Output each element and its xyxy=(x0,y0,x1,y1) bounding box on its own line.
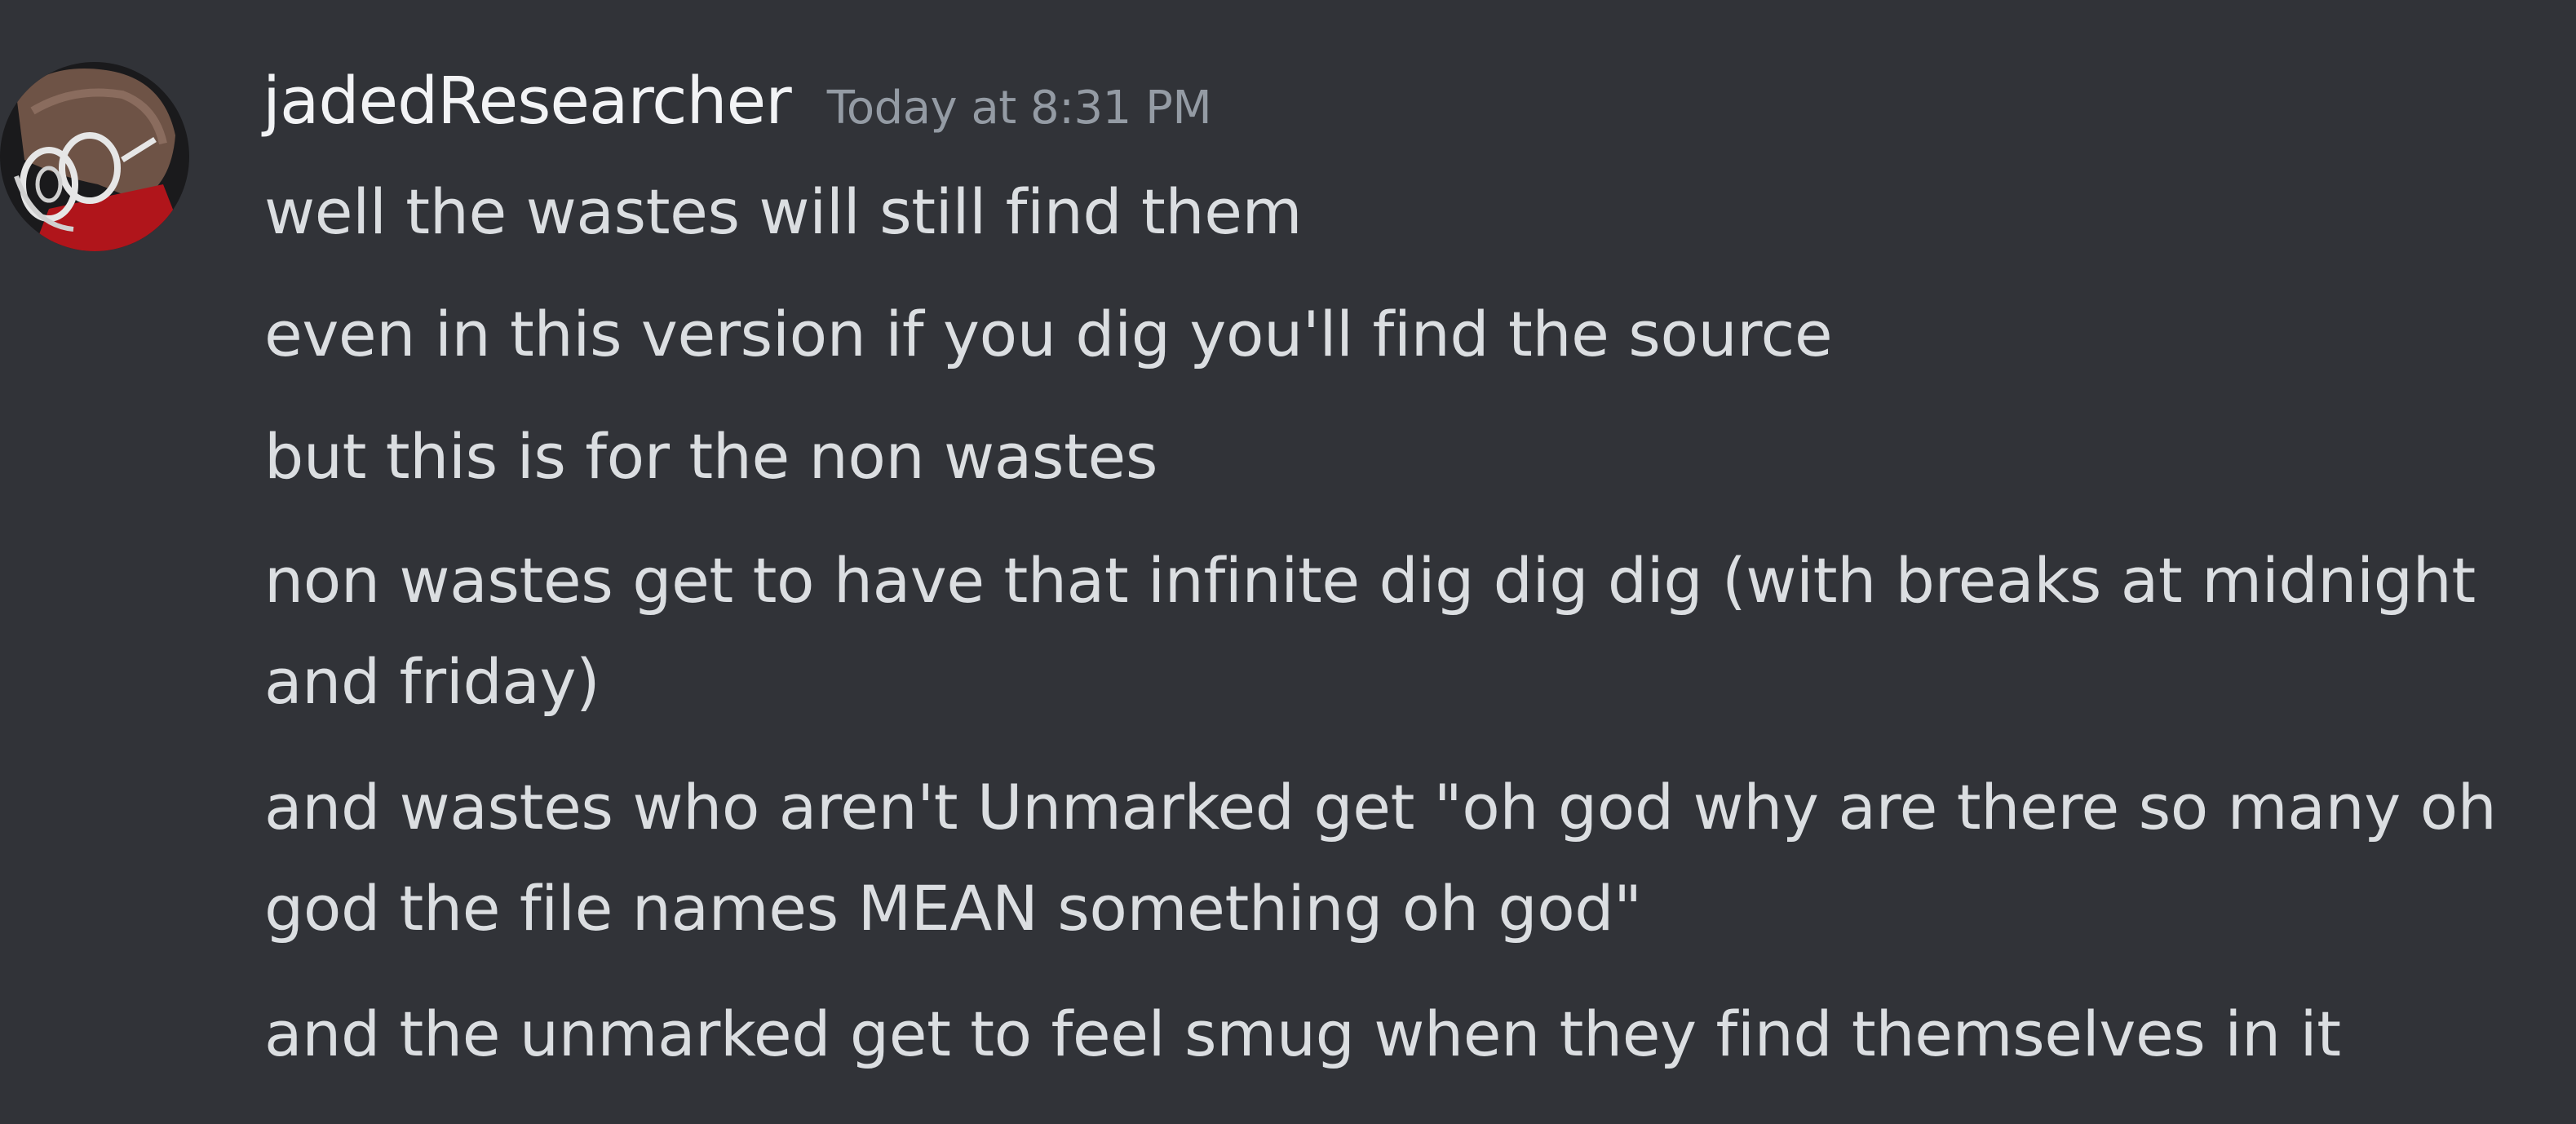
user-avatar[interactable] xyxy=(0,62,189,251)
message-line: even in this version if you dig you'll f… xyxy=(264,298,1833,370)
message-line: and the unmarked get to feel smug when t… xyxy=(264,998,2341,1070)
chat-message: jadedResearcher Today at 8:31 PM well th… xyxy=(0,0,2576,1124)
message-line: and friday) xyxy=(264,645,600,718)
message-line: non wastes get to have that infinite dig… xyxy=(264,544,2476,617)
message-line: well the wastes will still find them xyxy=(264,175,1303,248)
message-line: god the file names MEAN something oh god… xyxy=(264,872,1642,945)
message-header: jadedResearcher Today at 8:31 PM xyxy=(263,64,1212,139)
avatar-icon xyxy=(0,62,189,251)
timestamp[interactable]: Today at 8:31 PM xyxy=(827,82,1212,135)
message-line: but this is for the non wastes xyxy=(264,420,1158,493)
username[interactable]: jadedResearcher xyxy=(263,64,792,139)
message-line: and wastes who aren't Unmarked get "oh g… xyxy=(264,771,2497,843)
